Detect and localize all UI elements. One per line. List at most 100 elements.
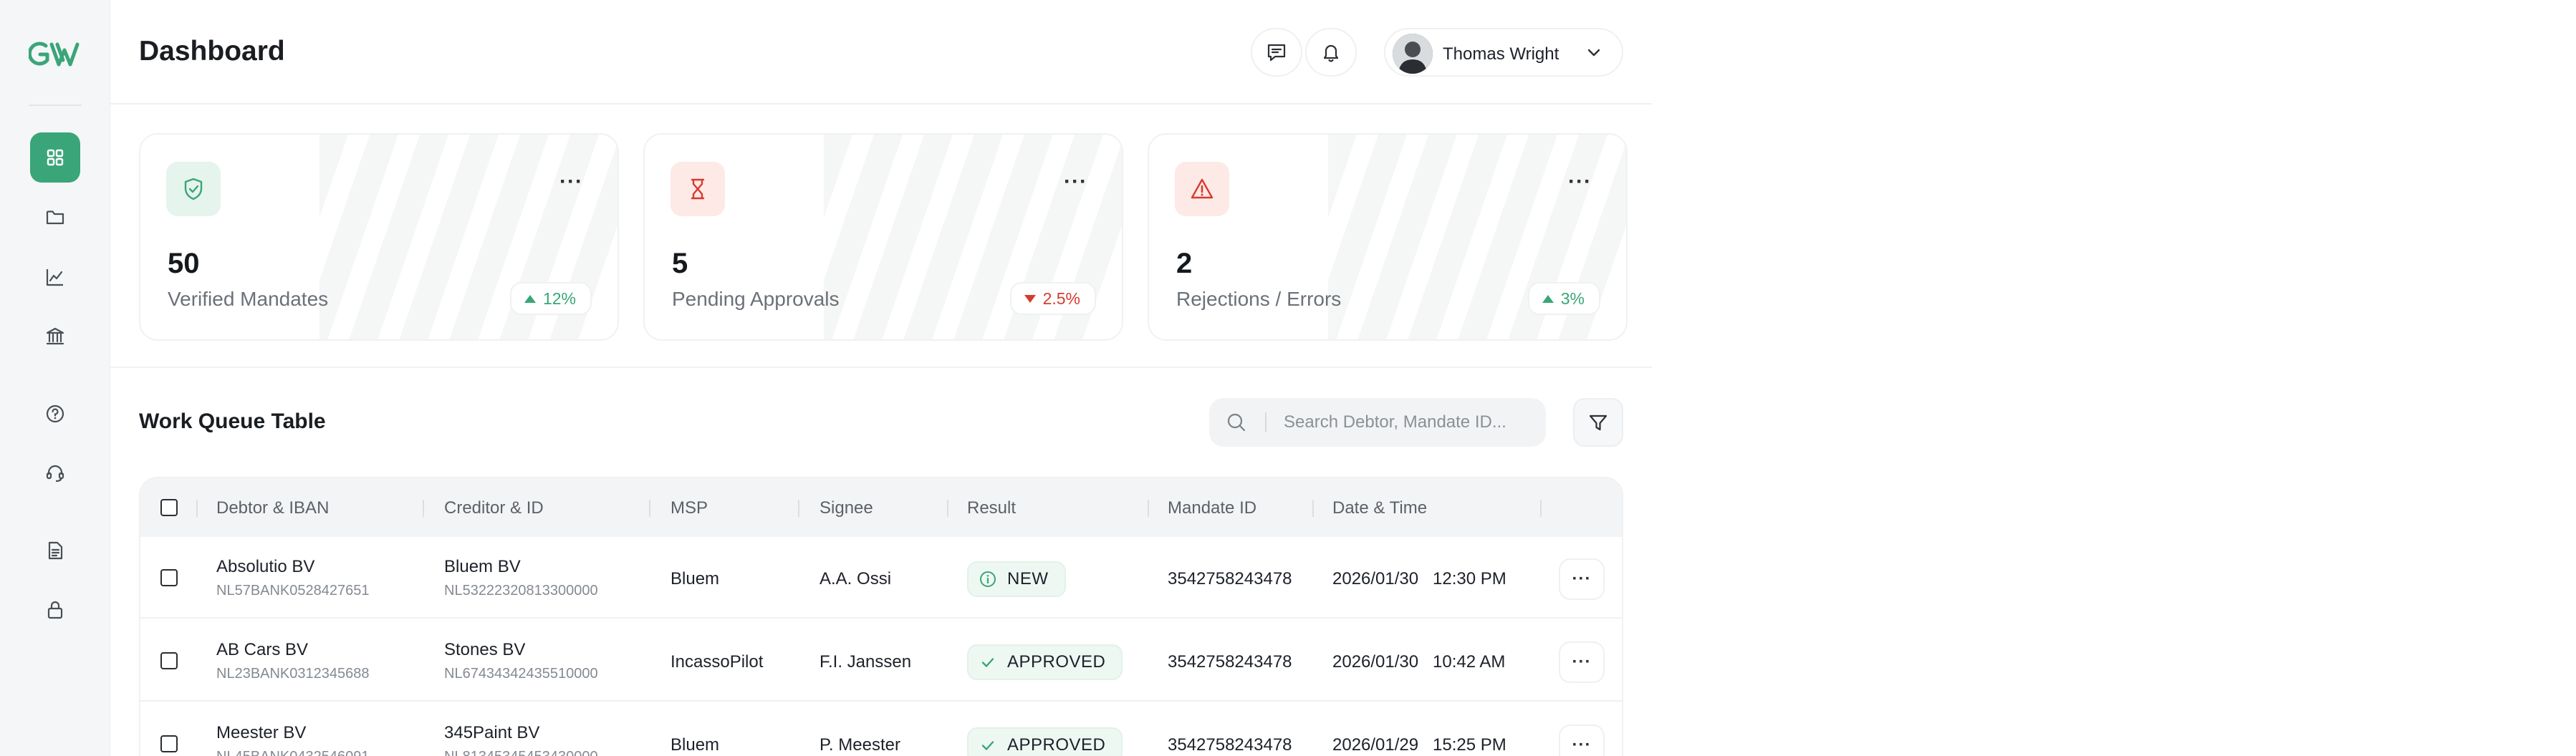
trend-value: 12%	[542, 289, 576, 308]
card-icon-bg	[671, 162, 725, 216]
status-text: APPROVED	[1007, 735, 1106, 755]
sidebar-item-files[interactable]	[30, 192, 80, 242]
sidebar-divider	[29, 105, 82, 106]
column-header-signee[interactable]: Signee	[820, 498, 873, 518]
msp: Bluem	[671, 735, 720, 755]
table-row[interactable]: Meester BV NL45BANK0432546091 345Paint B…	[140, 703, 1622, 756]
msp: IncassoPilot	[671, 652, 764, 672]
shield-check-icon	[184, 178, 203, 200]
creditor-id: NL81345345453430000	[444, 749, 598, 756]
messages-button[interactable]	[1251, 28, 1302, 77]
trend-value: 2.5%	[1042, 289, 1080, 308]
info-icon	[980, 571, 996, 587]
table-row[interactable]: AB Cars BV NL23BANK0312345688 Stones BV …	[140, 620, 1622, 702]
sidebar-item-analytics[interactable]	[30, 252, 80, 302]
search-divider	[1265, 412, 1267, 432]
msp: Bluem	[671, 569, 720, 588]
row-checkbox[interactable]	[160, 569, 178, 586]
work-queue-title: Work Queue Table	[139, 410, 326, 433]
date: 2026/01/30	[1332, 569, 1419, 588]
debtor-iban: NL45BANK0432546091	[216, 749, 370, 756]
check-icon	[981, 741, 994, 750]
search-input[interactable]	[1284, 398, 1534, 447]
avatar	[1393, 34, 1433, 74]
debtor-name: Absolutio BV	[216, 557, 315, 576]
creditor-id: NL53222320813300000	[444, 583, 598, 598]
row-actions-button[interactable]: ···	[1559, 641, 1605, 683]
top-header: Dashboard Thomas Wright	[110, 0, 1652, 105]
card-menu-button[interactable]: ···	[559, 171, 583, 193]
trend-down-icon	[1024, 294, 1036, 303]
status-text: APPROVED	[1007, 652, 1106, 672]
column-header-debtor[interactable]: Debtor & IBAN	[216, 498, 329, 518]
debtor-iban: NL23BANK0312345688	[216, 666, 370, 682]
document-icon	[48, 541, 63, 560]
card-label: Pending Approvals	[672, 288, 840, 310]
card-label: Rejections / Errors	[1176, 288, 1342, 310]
section-divider	[110, 367, 1652, 368]
column-header-msp[interactable]: MSP	[671, 498, 708, 518]
stat-card-rejections: ··· 2 Rejections / Errors 3%	[1148, 133, 1628, 341]
column-header-date-time[interactable]: Date & Time	[1332, 498, 1427, 518]
search-icon	[1227, 413, 1246, 432]
grid-icon	[47, 149, 64, 166]
sidebar-item-documents[interactable]	[30, 525, 80, 576]
row-checkbox[interactable]	[160, 735, 178, 752]
card-menu-button[interactable]: ···	[1568, 171, 1592, 193]
card-menu-button[interactable]: ···	[1064, 171, 1087, 193]
stat-card-verified: ··· 50 Verified Mandates 12%	[139, 133, 619, 341]
trend-up-icon	[524, 294, 536, 303]
trend-badge: 2.5%	[1009, 282, 1096, 315]
sidebar	[0, 0, 110, 756]
row-actions-button[interactable]: ···	[1559, 558, 1605, 600]
creditor-name: Stones BV	[444, 640, 526, 659]
page-title: Dashboard	[139, 36, 285, 67]
column-header-mandate-id[interactable]: Mandate ID	[1168, 498, 1256, 518]
time: 12:30 PM	[1433, 569, 1506, 588]
mandate-id: 3542758243478	[1168, 652, 1292, 672]
check-icon	[981, 658, 994, 667]
lock-icon	[47, 601, 63, 619]
status-badge: NEW	[967, 561, 1066, 597]
gw-logo[interactable]	[29, 40, 83, 69]
trend-badge: 12%	[509, 282, 592, 315]
date: 2026/01/30	[1332, 652, 1419, 672]
sidebar-item-support[interactable]	[30, 448, 80, 498]
sidebar-item-dashboard[interactable]	[30, 132, 80, 183]
row-checkbox[interactable]	[160, 652, 178, 669]
notifications-button[interactable]	[1305, 28, 1357, 77]
sidebar-item-help[interactable]	[30, 389, 80, 439]
select-all-checkbox[interactable]	[160, 499, 178, 516]
mandate-id: 3542758243478	[1168, 569, 1292, 588]
date: 2026/01/29	[1332, 735, 1419, 755]
creditor-name: 345Paint BV	[444, 723, 540, 742]
card-label: Verified Mandates	[168, 288, 329, 310]
debtor-name: AB Cars BV	[216, 640, 309, 659]
table-row[interactable]: Absolutio BV NL57BANK0528427651 Bluem BV…	[140, 537, 1622, 619]
column-header-creditor[interactable]: Creditor & ID	[444, 498, 544, 518]
row-actions-button[interactable]: ···	[1559, 724, 1605, 756]
table-header: Debtor & IBAN Creditor & ID MSP Signee R…	[140, 478, 1622, 537]
card-icon-bg	[1175, 162, 1229, 216]
debtor-name: Meester BV	[216, 723, 307, 742]
user-name: Thomas Wright	[1443, 44, 1559, 64]
card-icon-bg	[166, 162, 221, 216]
mandate-id: 3542758243478	[1168, 735, 1292, 755]
search-box	[1209, 398, 1546, 447]
hourglass-icon	[691, 178, 705, 200]
chart-icon	[46, 269, 63, 286]
sidebar-item-bank[interactable]	[30, 311, 80, 362]
filter-button[interactable]	[1573, 398, 1623, 447]
chat-icon	[1267, 44, 1286, 62]
trend-up-icon	[1542, 294, 1554, 303]
signee: A.A. Ossi	[820, 569, 892, 588]
column-header-result[interactable]: Result	[967, 498, 1016, 518]
creditor-id: NL67434342435510000	[444, 666, 598, 682]
help-icon	[46, 404, 64, 423]
chevron-down-icon	[1587, 49, 1600, 57]
folder-icon	[46, 210, 64, 225]
user-menu[interactable]: Thomas Wright	[1384, 28, 1623, 77]
bell-icon	[1323, 44, 1339, 62]
sidebar-item-security[interactable]	[30, 585, 80, 635]
filter-icon	[1589, 415, 1607, 431]
